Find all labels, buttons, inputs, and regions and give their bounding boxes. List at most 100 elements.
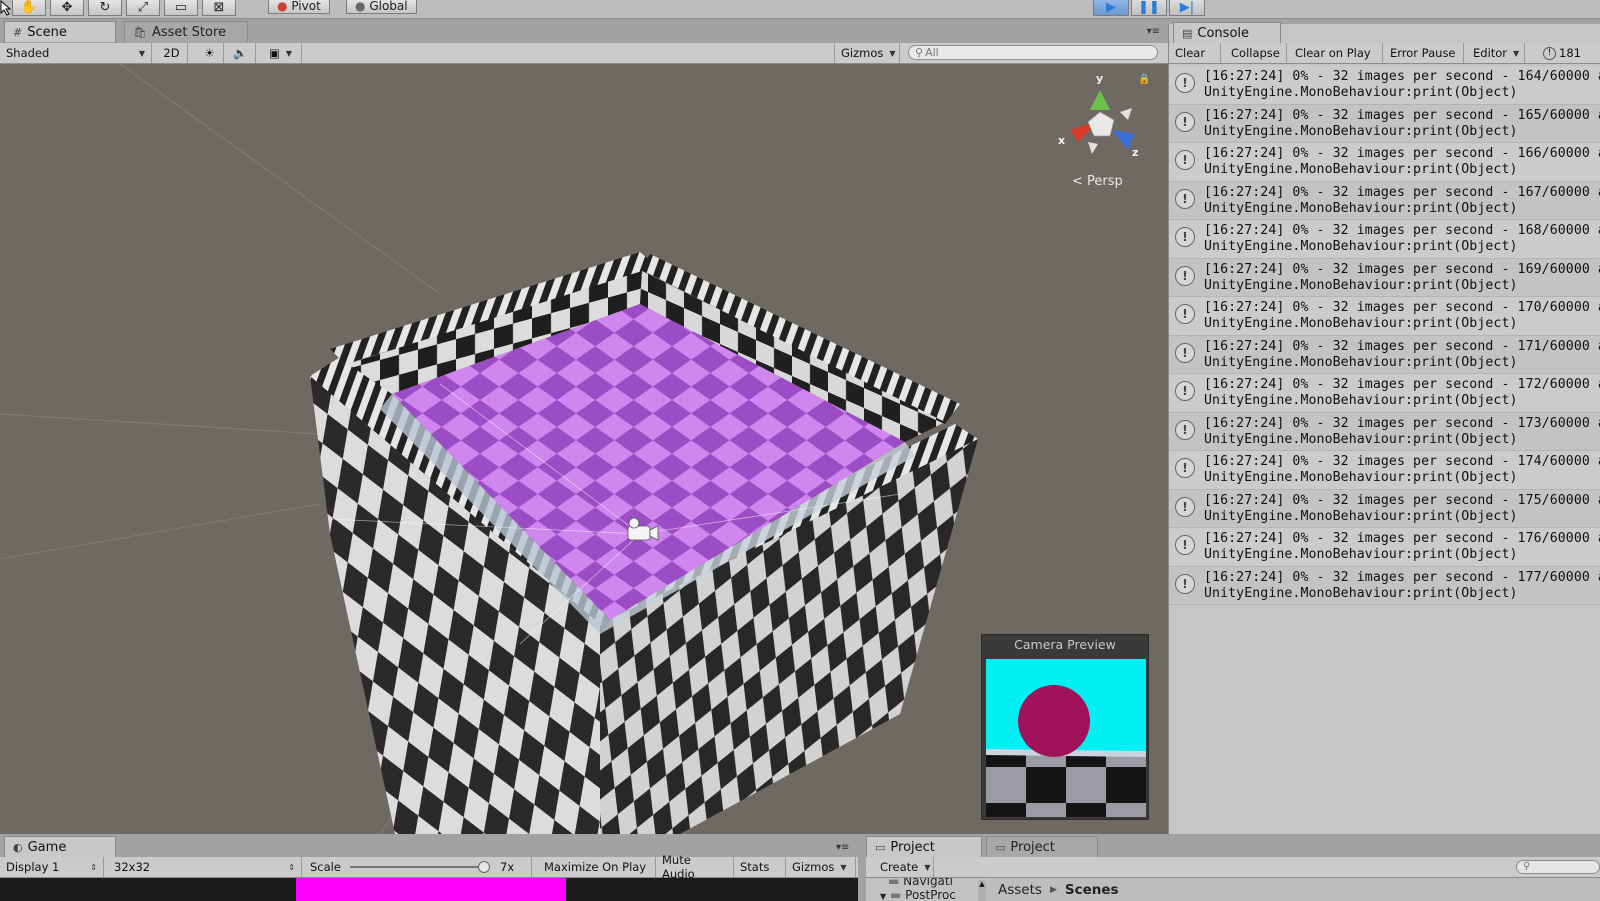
console-log-entry[interactable]: ! [16:27:24] 0% - 32 images per second - …: [1169, 566, 1600, 605]
project-search-input[interactable]: ⚲: [1516, 860, 1600, 874]
tab-asset-store[interactable]: 🛍 Asset Store: [124, 21, 248, 42]
tab-game[interactable]: ◐ Game: [4, 836, 116, 857]
console-log-entry[interactable]: ! [16:27:24] 0% - 32 images per second - …: [1169, 258, 1600, 297]
scene-search-input[interactable]: ⚲ All: [908, 45, 1158, 60]
move-icon: ✥: [61, 0, 73, 15]
tab-scene[interactable]: # Scene: [4, 21, 116, 42]
log-stacktrace: UnityEngine.MonoBehaviour:print(Object): [1204, 162, 1518, 177]
breadcrumb-scenes[interactable]: Scenes: [1065, 882, 1119, 898]
mode-2d-toggle[interactable]: 2D: [156, 43, 188, 63]
updown-icon: ⇕: [288, 862, 295, 872]
scale-slider-thumb[interactable]: [478, 861, 490, 873]
warning-icon: !: [1175, 573, 1195, 594]
lock-icon[interactable]: 🔒: [1138, 74, 1150, 85]
rect-icon: ▭: [174, 0, 188, 15]
tree-item-postproc[interactable]: ▼ ▬ PostProc: [880, 888, 956, 901]
search-icon: ⚲: [1523, 861, 1531, 872]
pause-button[interactable]: ❚❚: [1131, 0, 1167, 16]
error-pause-button[interactable]: Error Pause: [1384, 43, 1464, 63]
tree-item-navigation[interactable]: ▬ Navigati: [888, 878, 953, 888]
tab-console[interactable]: ▤ Console: [1173, 22, 1281, 43]
warning-icon: !: [1175, 73, 1195, 93]
step-button[interactable]: ▶|: [1169, 0, 1205, 16]
pivot-icon: ●: [277, 0, 288, 13]
log-stacktrace: UnityEngine.MonoBehaviour:print(Object): [1204, 470, 1518, 485]
log-stacktrace: UnityEngine.MonoBehaviour:print(Object): [1204, 431, 1518, 447]
game-toolbar: Display 1 ⇕ 32x32 ⇕ Scale 7x Maximize On P…: [0, 853, 858, 881]
shading-mode-dropdown[interactable]: Shaded ▼: [0, 43, 152, 63]
console-log-entry[interactable]: ! [16:27:24] 0% - 32 images per second - …: [1169, 451, 1600, 490]
console-log-entry[interactable]: ! [16:27:24] 0% - 32 images per second - …: [1169, 297, 1600, 336]
console-log-entry[interactable]: ! [16:27:24] 0% - 32 images per second - …: [1169, 104, 1600, 143]
breadcrumb-assets[interactable]: Assets: [998, 882, 1042, 898]
gizmos-dropdown[interactable]: Gizmos ▼: [834, 43, 900, 63]
console-log-entry[interactable]: ! [16:27:24] 0% - 32 images per second - …: [1169, 335, 1600, 374]
stats-toggle[interactable]: Stats: [734, 857, 786, 877]
editor-dropdown[interactable]: Editor ▼: [1467, 43, 1525, 63]
game-view[interactable]: [0, 878, 858, 901]
scale-slider-track[interactable]: [350, 866, 490, 868]
clear-button[interactable]: Clear: [1169, 43, 1221, 63]
pivot-toggle[interactable]: ● Pivot: [268, 0, 330, 14]
panel-menu-icon[interactable]: ▾≡: [1147, 26, 1160, 37]
display-label: Display 1: [6, 860, 60, 874]
project-panel: ▭ Project ▭ Project Create ▼ ⚲ ▬ Navigati ▼…: [866, 834, 1600, 901]
log-message: [16:27:24] 0% - 32 images per second - 1…: [1204, 531, 1600, 546]
audio-toggle[interactable]: 🔈: [226, 43, 256, 63]
warning-filter-toggle[interactable]: ! 181: [1537, 43, 1600, 63]
tab-project-2[interactable]: ▭ Project: [986, 836, 1098, 857]
log-message: [16:27:24] 0% - 32 images per second - 1…: [1204, 223, 1600, 238]
chevron-down-icon: ▼: [138, 48, 145, 58]
console-log-entry[interactable]: ! [16:27:24] 0% - 32 images per second - …: [1169, 66, 1600, 105]
play-button[interactable]: ▶: [1093, 0, 1129, 16]
breadcrumb-arrow-icon: ▶: [1049, 884, 1057, 895]
tab-project-1[interactable]: ▭ Project: [866, 836, 982, 857]
console-log-entry[interactable]: ! [16:27:24] 0% - 32 images per second - …: [1169, 143, 1600, 182]
tree-scroll-up-icon[interactable]: ▲: [978, 880, 986, 901]
log-stacktrace: UnityEngine.MonoBehaviour:print(Object): [1204, 354, 1518, 370]
chevron-down-icon: ▼: [285, 48, 293, 58]
console-log-list[interactable]: ! [16:27:24] 0% - 32 images per second - …: [1169, 66, 1600, 605]
hand-tool-button[interactable]: ✋: [12, 0, 46, 16]
console-log-entry[interactable]: ! [16:27:24] 0% - 32 images per second - …: [1169, 374, 1600, 413]
console-icon: ▤: [1182, 26, 1193, 40]
game-gizmos-dropdown[interactable]: Gizmos ▼: [786, 857, 856, 877]
console-log-entry[interactable]: ! [16:27:24] 0% - 32 images per second - …: [1169, 489, 1600, 528]
warning-icon: !: [1175, 342, 1195, 363]
resolution-dropdown[interactable]: 32x32 ⇕: [108, 857, 302, 877]
log-message: [16:27:24] 0% - 32 images per second - 1…: [1204, 146, 1600, 161]
rect-tool-button[interactable]: ▭: [164, 0, 198, 16]
warning-icon: !: [1175, 496, 1195, 517]
breadcrumb: Assets ▶ Scenes: [986, 878, 1600, 901]
console-log-entry[interactable]: ! [16:27:24] 0% - 32 images per second - …: [1169, 528, 1600, 567]
console-log-entry[interactable]: ! [16:27:24] 0% - 32 images per second - …: [1169, 412, 1600, 451]
projection-toggle[interactable]: < Persp: [1072, 174, 1123, 189]
lighting-toggle[interactable]: ☀: [196, 43, 224, 63]
clear-on-play-button[interactable]: Clear on Play: [1289, 43, 1383, 63]
log-message: [16:27:24] 0% - 32 images per second - 1…: [1204, 338, 1600, 354]
collapse-button[interactable]: Collapse: [1225, 43, 1287, 63]
orientation-gizmo[interactable]: y x z: [1050, 72, 1150, 162]
store-icon: 🛍: [133, 25, 147, 39]
game-icon: ◐: [13, 840, 23, 854]
scene-tabbar: # Scene 🛍 Asset Store ▾≡: [0, 19, 1168, 43]
rotate-tool-button[interactable]: ↻: [88, 0, 122, 16]
move-tool-button[interactable]: ✥: [50, 0, 84, 16]
transform-tool-button[interactable]: ⊠: [202, 0, 236, 16]
console-log-entry[interactable]: ! [16:27:24] 0% - 32 images per second - …: [1169, 181, 1600, 220]
collapse-label: Collapse: [1231, 46, 1280, 60]
create-dropdown[interactable]: Create ▼: [874, 857, 934, 877]
global-toggle[interactable]: ● Global: [346, 0, 417, 14]
scale-tool-button[interactable]: ⤢: [126, 0, 160, 16]
game-panel-menu-icon[interactable]: ▾≡: [836, 842, 849, 853]
warning-icon: !: [1175, 265, 1195, 286]
mute-audio-toggle[interactable]: Mute Audio: [656, 853, 734, 881]
maximize-on-play-toggle[interactable]: Maximize On Play: [538, 857, 656, 877]
camera-preview-title: Camera Preview: [1014, 637, 1116, 652]
warning-icon: !: [1175, 227, 1195, 247]
display-dropdown[interactable]: Display 1 ⇕: [0, 857, 104, 877]
effects-dropdown[interactable]: ▣ ▼: [260, 43, 302, 63]
console-log-entry[interactable]: ! [16:27:24] 0% - 32 images per second - …: [1169, 220, 1600, 259]
search-placeholder: All: [925, 46, 939, 59]
create-label: Create: [880, 860, 919, 874]
